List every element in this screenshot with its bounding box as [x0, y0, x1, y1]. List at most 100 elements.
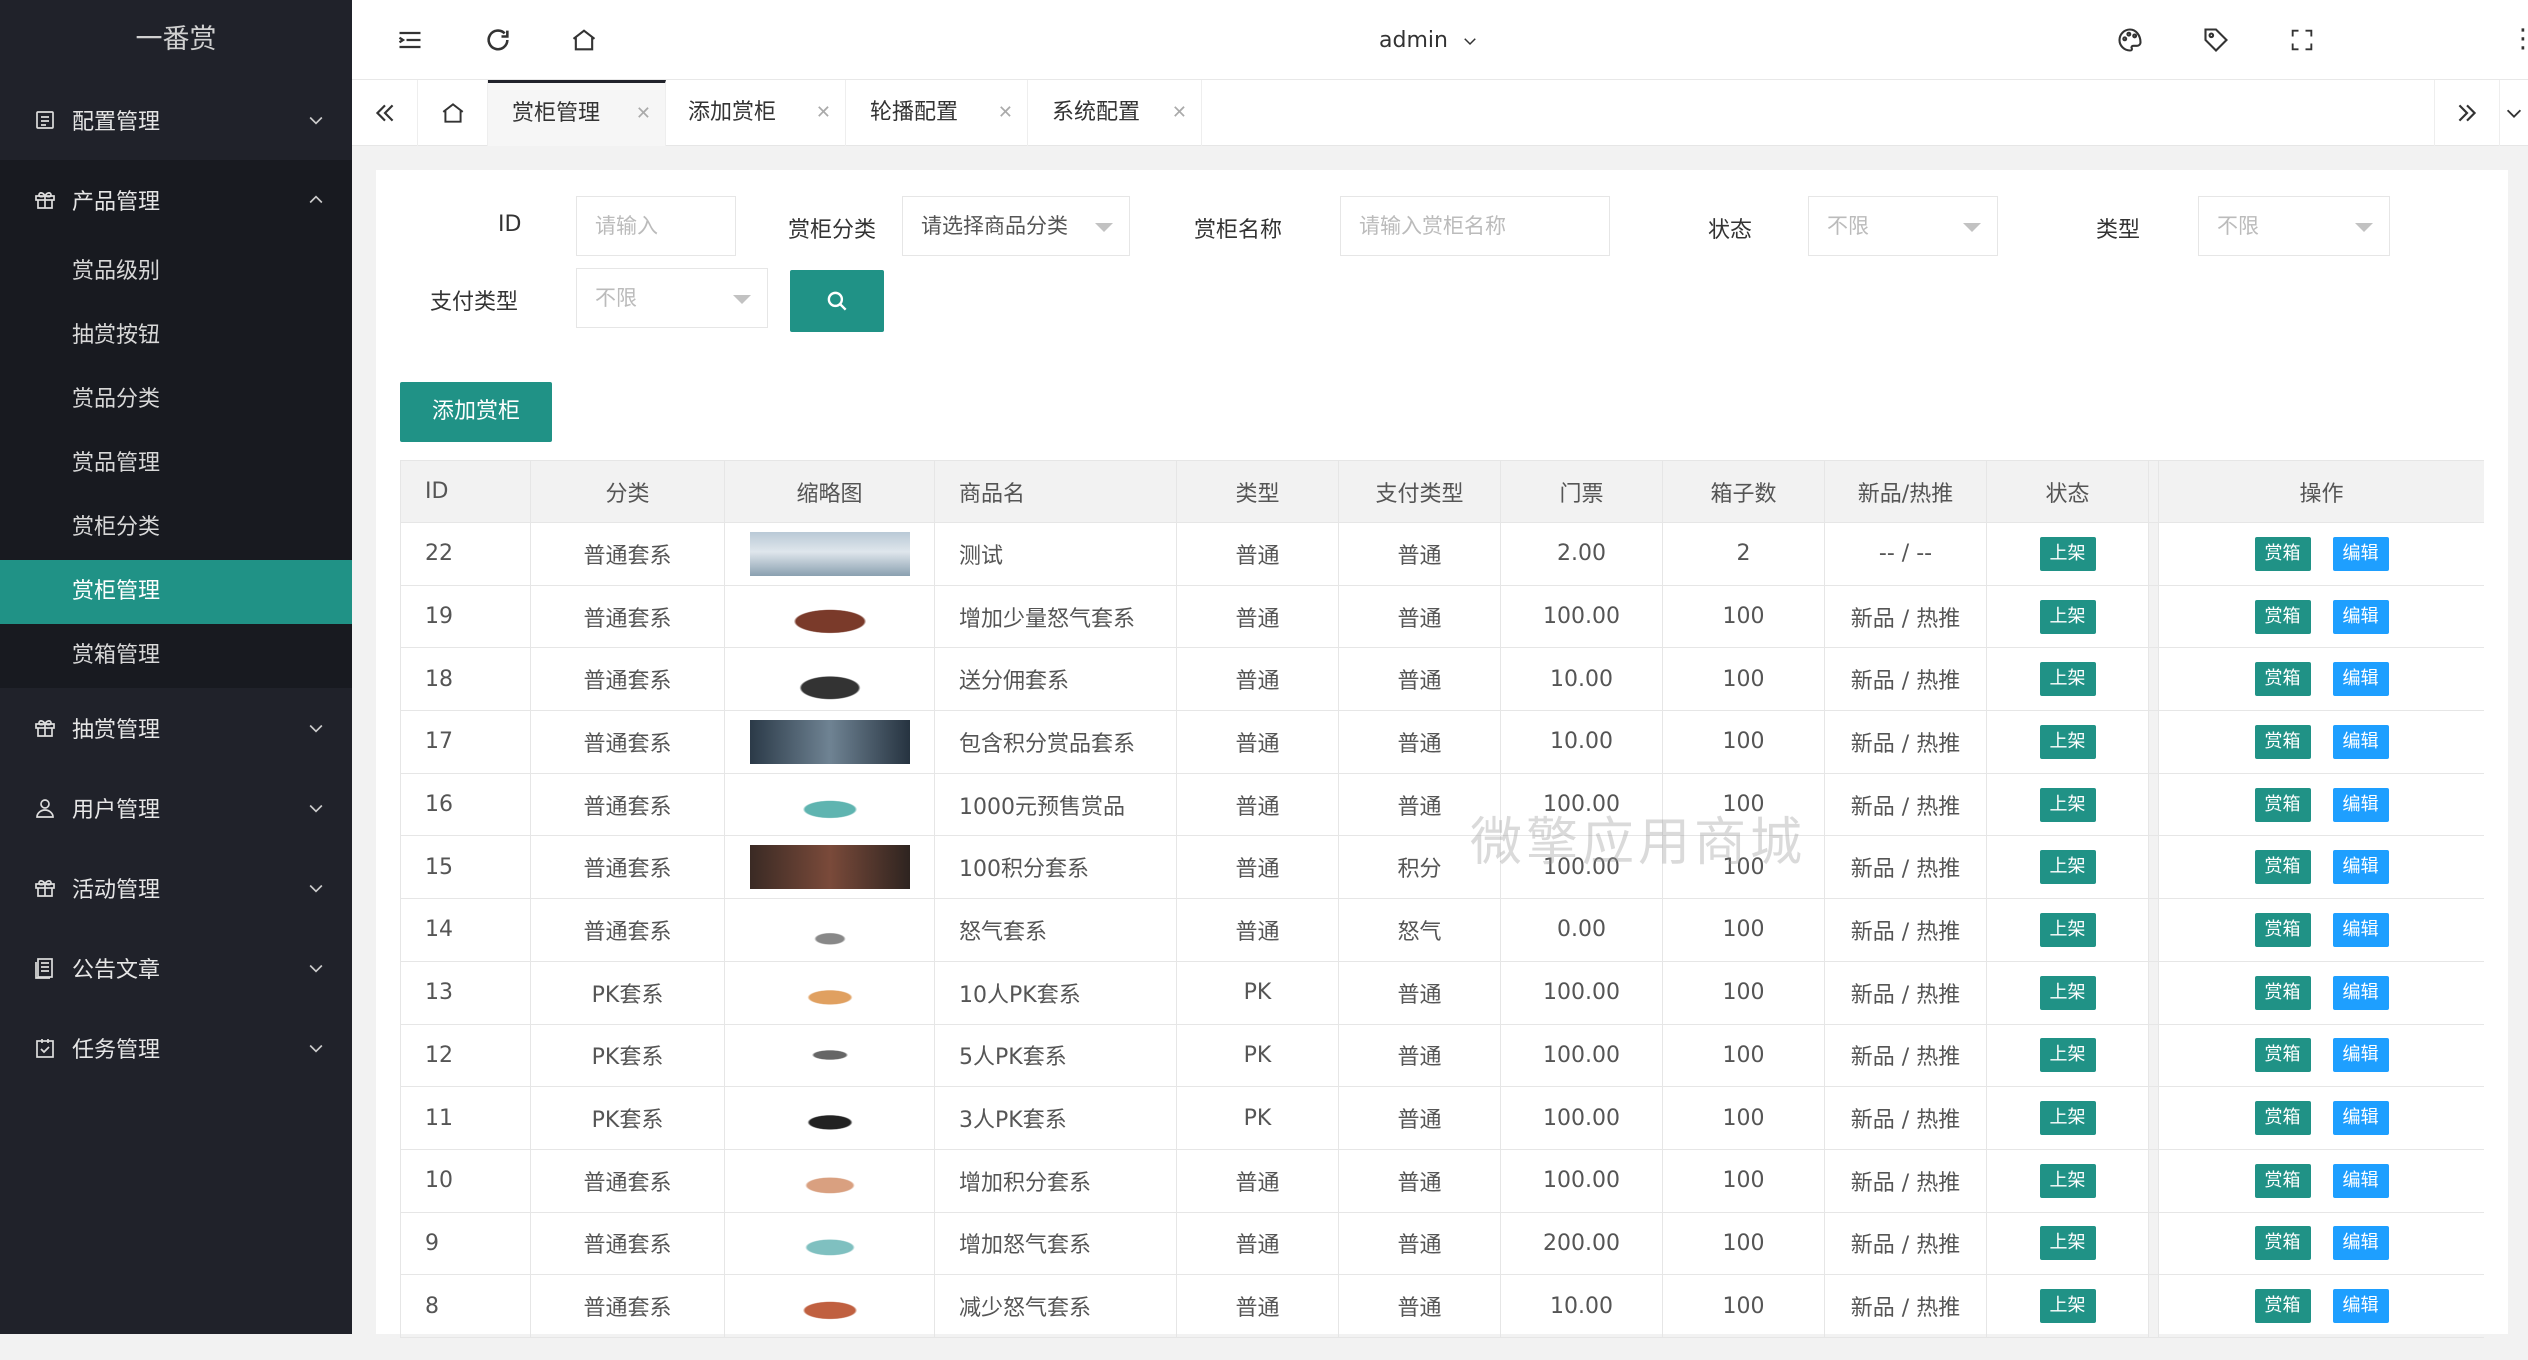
box-button[interactable]: 赏箱 [2254, 850, 2311, 885]
thumbnail-image[interactable] [749, 1284, 910, 1329]
thumbnail-image[interactable] [749, 531, 910, 576]
box-button[interactable]: 赏箱 [2254, 536, 2311, 571]
status-badge[interactable]: 上架 [2039, 975, 2096, 1010]
filter-name-input[interactable]: 请输入赏柜名称 [1340, 196, 1610, 256]
box-button[interactable]: 赏箱 [2254, 1038, 2311, 1073]
box-button[interactable]: 赏箱 [2254, 1289, 2311, 1324]
box-button[interactable]: 赏箱 [2254, 912, 2311, 947]
close-icon[interactable]: ✕ [998, 80, 1013, 146]
sidebar-item-5[interactable]: 公告文章 [0, 928, 352, 1008]
more-icon[interactable]: ⋮ [2510, 24, 2528, 54]
status-badge[interactable]: 上架 [2039, 599, 2096, 634]
tab-2[interactable]: 轮播配置 ✕ [846, 80, 1028, 146]
thumbnail-image[interactable] [749, 970, 910, 1015]
tabs-menu-chevron-icon[interactable] [2500, 80, 2528, 146]
status-badge[interactable]: 上架 [2039, 1038, 2096, 1073]
edit-button[interactable]: 编辑 [2332, 1038, 2389, 1073]
cell-actions: 赏箱 编辑 [2158, 1023, 2484, 1088]
sidebar-item-3[interactable]: 用户管理 [0, 768, 352, 848]
close-icon[interactable]: ✕ [636, 83, 651, 145]
box-button[interactable]: 赏箱 [2254, 1101, 2311, 1136]
edit-button[interactable]: 编辑 [2332, 912, 2389, 947]
sidebar-subitem[interactable]: 赏品管理 [0, 432, 352, 496]
edit-button[interactable]: 编辑 [2332, 1163, 2389, 1198]
edit-button[interactable]: 编辑 [2332, 724, 2389, 759]
sidebar-subitem[interactable]: 赏品级别 [0, 240, 352, 304]
sidebar-subitem[interactable]: 赏箱管理 [0, 624, 352, 688]
menu-toggle-icon[interactable] [396, 26, 424, 54]
edit-button[interactable]: 编辑 [2332, 1289, 2389, 1324]
tab-3[interactable]: 系统配置 ✕ [1028, 80, 1202, 146]
cell-name: 减少怒气套系 [934, 1274, 1177, 1338]
box-button[interactable]: 赏箱 [2254, 1163, 2311, 1198]
box-button[interactable]: 赏箱 [2254, 599, 2311, 634]
thumbnail-image[interactable] [749, 594, 910, 639]
status-badge[interactable]: 上架 [2039, 724, 2096, 759]
tabs-scroll-left-icon[interactable] [352, 80, 418, 146]
close-icon[interactable]: ✕ [1172, 80, 1187, 146]
edit-button[interactable]: 编辑 [2332, 787, 2389, 822]
edit-button[interactable]: 编辑 [2332, 975, 2389, 1010]
refresh-icon[interactable] [484, 26, 512, 54]
sidebar-subitem[interactable]: 赏品分类 [0, 368, 352, 432]
edit-button[interactable]: 编辑 [2332, 1101, 2389, 1136]
filter-category-select[interactable]: 请选择商品分类 [902, 196, 1130, 256]
status-badge[interactable]: 上架 [2039, 850, 2096, 885]
box-button[interactable]: 赏箱 [2254, 724, 2311, 759]
edit-button[interactable]: 编辑 [2332, 599, 2389, 634]
theme-icon[interactable] [2116, 26, 2144, 54]
search-button[interactable] [790, 270, 884, 332]
edit-button[interactable]: 编辑 [2332, 1226, 2389, 1261]
box-button[interactable]: 赏箱 [2254, 975, 2311, 1010]
status-badge[interactable]: 上架 [2039, 1101, 2096, 1136]
home-icon[interactable] [570, 26, 598, 54]
cell-status: 上架 [1986, 522, 2149, 586]
tab-home-icon[interactable] [418, 80, 488, 146]
sidebar-item-6[interactable]: 任务管理 [0, 1008, 352, 1088]
table-row: 19 普通套系 增加少量怒气套系 普通 普通 100.00 100 新品 / 热推 上架 赏箱 编辑 [400, 584, 2484, 649]
cell-ticket: 100.00 [1500, 1023, 1663, 1088]
sidebar-subitem[interactable]: 抽赏按钮 [0, 304, 352, 368]
edit-button[interactable]: 编辑 [2332, 662, 2389, 697]
close-icon[interactable]: ✕ [816, 80, 831, 146]
sidebar-item-1[interactable]: 产品管理 [0, 160, 352, 240]
thumbnail-image[interactable] [749, 845, 910, 890]
box-button[interactable]: 赏箱 [2254, 1226, 2311, 1261]
sidebar-item-4[interactable]: 活动管理 [0, 848, 352, 928]
sidebar-subitem[interactable]: 赏柜分类 [0, 496, 352, 560]
tag-icon[interactable] [2202, 26, 2230, 54]
filter-id-input[interactable]: 请输入 [576, 196, 736, 256]
edit-button[interactable]: 编辑 [2332, 850, 2389, 885]
sidebar-subitem[interactable]: 赏柜管理 [0, 560, 352, 624]
thumbnail-image[interactable] [749, 782, 910, 827]
box-button[interactable]: 赏箱 [2254, 787, 2311, 822]
add-cabinet-button[interactable]: 添加赏柜 [400, 382, 552, 442]
filter-type-select[interactable]: 不限 [2198, 196, 2390, 256]
box-button[interactable]: 赏箱 [2254, 662, 2311, 697]
status-badge[interactable]: 上架 [2039, 1226, 2096, 1261]
status-badge[interactable]: 上架 [2039, 787, 2096, 822]
fullscreen-icon[interactable] [2288, 26, 2316, 54]
cell-category: 普通套系 [530, 647, 725, 712]
filter-status-select[interactable]: 不限 [1808, 196, 1998, 256]
edit-button[interactable]: 编辑 [2332, 536, 2389, 571]
thumbnail-image[interactable] [749, 1033, 910, 1078]
status-badge[interactable]: 上架 [2039, 662, 2096, 697]
status-badge[interactable]: 上架 [2039, 536, 2096, 571]
status-badge[interactable]: 上架 [2039, 1163, 2096, 1198]
tabs-scroll-right-icon[interactable] [2434, 80, 2500, 146]
thumbnail-image[interactable] [749, 657, 910, 702]
thumbnail-image[interactable] [749, 1158, 910, 1203]
thumbnail-image[interactable] [749, 719, 910, 764]
sidebar-item-0[interactable]: 配置管理 [0, 80, 352, 160]
tab-1[interactable]: 添加赏柜 ✕ [664, 80, 846, 146]
thumbnail-image[interactable] [749, 1221, 910, 1266]
filter-paytype-select[interactable]: 不限 [576, 268, 768, 328]
thumbnail-image[interactable] [749, 1096, 910, 1141]
status-badge[interactable]: 上架 [2039, 1289, 2096, 1324]
user-menu[interactable]: admin [1379, 0, 1479, 80]
tab-0[interactable]: 赏柜管理 ✕ [488, 80, 666, 146]
thumbnail-image[interactable] [749, 907, 910, 952]
sidebar-item-2[interactable]: 抽赏管理 [0, 688, 352, 768]
status-badge[interactable]: 上架 [2039, 912, 2096, 947]
